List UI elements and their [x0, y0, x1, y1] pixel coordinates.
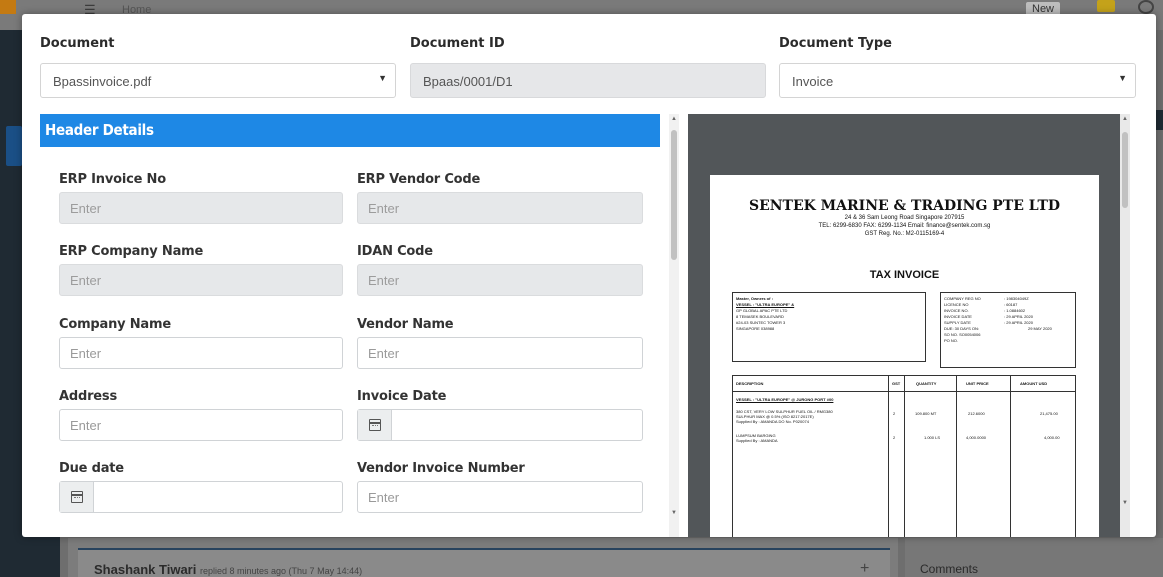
vendor-invoice-number-label: Vendor Invoice Number: [357, 461, 525, 476]
invoice-date-addon[interactable]: [358, 410, 392, 440]
scroll-up-icon[interactable]: ▲: [669, 116, 679, 122]
form-scrollbar[interactable]: ▲ ▼: [669, 114, 679, 537]
column-header: GST: [892, 381, 901, 386]
meta-label: PO NO.: [944, 338, 959, 343]
document-type-select[interactable]: Invoice ▼: [779, 63, 1136, 98]
items-table-divider: [956, 375, 957, 537]
invoice-date-label: Invoice Date: [357, 389, 447, 404]
invoice-date-picker[interactable]: [357, 409, 643, 441]
notification-icon[interactable]: [1097, 0, 1115, 12]
comments-label: Comments: [920, 562, 979, 576]
document-type-value: Invoice: [792, 74, 834, 89]
item-unit-price: 212.6000: [968, 411, 985, 416]
header-details-panel: Header Details ERP Invoice No Enter ERP …: [40, 114, 660, 537]
item-quantity: 109.800 MT: [915, 411, 937, 416]
invoice-company-name: SENTEK MARINE & TRADING PTE LTD: [748, 198, 1061, 214]
idan-code-label: IDAN Code: [357, 244, 433, 259]
expand-plus-icon[interactable]: +: [860, 560, 869, 577]
erp-company-name-input: Enter: [59, 264, 343, 296]
header-details-title: Header Details: [40, 114, 660, 147]
item-unit-price: 4,000.0000: [966, 435, 987, 440]
column-header: DESCRIPTION: [736, 381, 764, 386]
bill-to-line: SINGAPORE 038988: [736, 326, 775, 331]
document-select-value: Bpassinvoice.pdf: [53, 74, 152, 89]
meta-value: 29 MAY 2020: [1028, 326, 1052, 331]
column-header: QUANTITY: [916, 381, 937, 386]
document-select[interactable]: Bpassinvoice.pdf ▼: [40, 63, 396, 98]
erp-vendor-code-input: Enter: [357, 192, 643, 224]
item-gst: 2: [893, 435, 896, 440]
scroll-down-icon[interactable]: ▼: [669, 510, 679, 516]
erp-vendor-code-label: ERP Vendor Code: [357, 172, 481, 187]
form-scrollbar-thumb[interactable]: [671, 130, 677, 260]
item-amount: 21,475.00: [1040, 411, 1058, 416]
document-preview: SENTEK MARINE & TRADING PTE LTD 24 & 36 …: [688, 114, 1128, 537]
column-header: UNIT PRICE: [966, 381, 989, 386]
item-gst: 2: [893, 411, 896, 416]
items-table-divider: [904, 375, 905, 537]
activity-meta: replied 8 minutes ago (Thu 7 May 14:44): [200, 566, 363, 576]
document-id-field: Bpaas/0001/D1: [410, 63, 766, 98]
invoice-gst: GST Reg. No.: M2-0115169-4: [864, 231, 945, 237]
item-quantity: 1.000 LS: [924, 435, 941, 440]
erp-invoice-no-label: ERP Invoice No: [59, 172, 166, 187]
document-type-label: Document Type: [779, 36, 892, 51]
vessel-line: VESSEL : "ULTRA EUROPE" @ JURONG PORT #0…: [736, 397, 834, 402]
app-logo: [0, 0, 16, 14]
invoice-title: TAX INVOICE: [869, 269, 940, 281]
vendor-name-input[interactable]: Enter: [357, 337, 643, 369]
scroll-up-icon[interactable]: ▲: [1120, 116, 1130, 122]
document-label: Document: [40, 36, 115, 51]
due-date-addon[interactable]: [60, 482, 94, 512]
calendar-icon: [70, 491, 83, 503]
vendor-name-label: Vendor Name: [357, 317, 454, 332]
due-date-label: Due date: [59, 461, 124, 476]
calendar-icon: [368, 419, 381, 431]
invoice-page: SENTEK MARINE & TRADING PTE LTD 24 & 36 …: [710, 175, 1099, 537]
preview-scrollbar-thumb[interactable]: [1122, 132, 1128, 208]
due-date-picker[interactable]: [59, 481, 343, 513]
company-name-input[interactable]: Enter: [59, 337, 343, 369]
scroll-down-icon[interactable]: ▼: [1120, 500, 1130, 506]
document-id-label: Document ID: [410, 36, 505, 51]
erp-company-name-label: ERP Company Name: [59, 244, 204, 259]
dropdown-arrow-icon: ▼: [378, 73, 387, 83]
item-description: Supplied By : AMANDA DO No. P020074: [736, 419, 809, 424]
document-modal: Document Bpassinvoice.pdf ▼ Document ID …: [22, 14, 1156, 537]
vendor-invoice-number-input[interactable]: Enter: [357, 481, 643, 513]
item-description: Supplied By : AMANDA: [736, 438, 778, 443]
dropdown-arrow-icon: ▼: [1118, 73, 1127, 83]
address-input[interactable]: Enter: [59, 409, 343, 441]
erp-invoice-no-input: Enter: [59, 192, 343, 224]
sidebar-active-item[interactable]: [6, 126, 22, 166]
address-label: Address: [59, 389, 117, 404]
invoice-address: 24 & 36 Sam Leong Road Singapore 207915: [844, 215, 965, 221]
item-amount: 4,000.00: [1044, 435, 1060, 440]
items-table-divider: [888, 375, 889, 537]
preview-scrollbar[interactable]: ▲ ▼: [1120, 114, 1130, 537]
idan-code-input: Enter: [357, 264, 643, 296]
document-id-value: Bpaas/0001/D1: [423, 74, 513, 89]
invoice-contact: TEL: 6299-6830 FAX: 6299-1134 Email: fin…: [818, 223, 991, 229]
company-name-label: Company Name: [59, 317, 171, 332]
help-icon[interactable]: [1138, 0, 1154, 14]
column-header: AMOUNT USD: [1020, 381, 1048, 386]
activity-author: Shashank Tiwari: [94, 562, 197, 577]
items-table-divider: [1010, 375, 1011, 537]
